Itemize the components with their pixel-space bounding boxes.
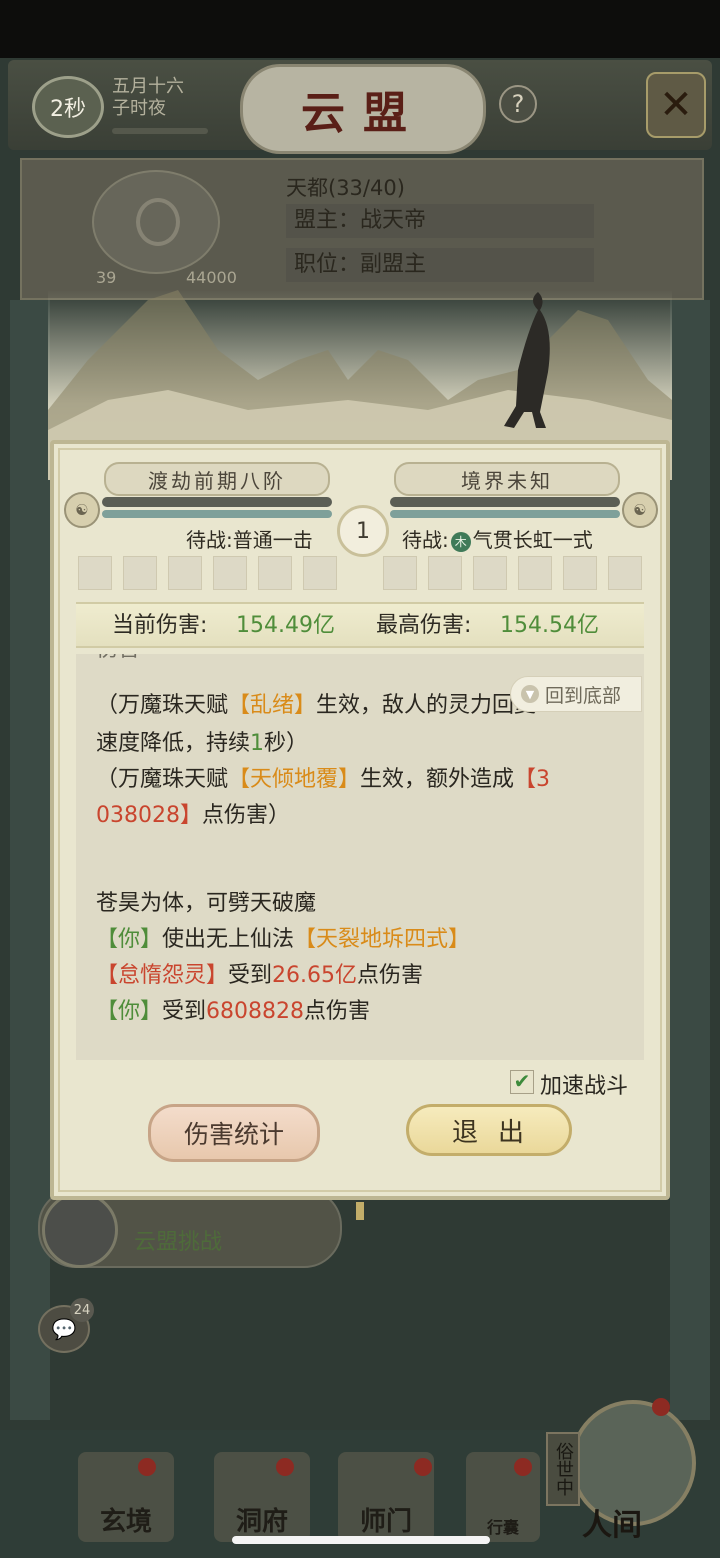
- challenge-icon: [42, 1192, 118, 1268]
- player-status: 待战:普通一击: [186, 528, 313, 552]
- scroll-to-bottom-button[interactable]: ▼ 回到底部: [510, 676, 642, 712]
- chat-count-badge: 24: [70, 1298, 94, 1322]
- enemy-buff-slot: [473, 556, 507, 590]
- guild-exp-current: 39: [96, 268, 117, 287]
- enemy-status-skill: 气贯长虹一式: [472, 528, 593, 552]
- page-title: 云盟: [240, 64, 486, 154]
- player-buff-slot: [168, 556, 202, 590]
- player-rank: 渡劫前期八阶: [104, 462, 330, 496]
- wood-element-icon: 木: [450, 531, 471, 552]
- realm-side-label: 俗世中: [546, 1432, 580, 1506]
- guild-emblem-icon: [136, 198, 180, 246]
- date-day: 五月十六: [112, 76, 184, 97]
- notification-dot: [652, 1398, 670, 1416]
- scroll-to-bottom-label: 回到底部: [545, 684, 622, 707]
- guild-leader: 盟主：战天帝: [286, 204, 594, 238]
- current-damage-value: 154.49亿: [236, 613, 335, 638]
- enemy-buff-slot: [518, 556, 552, 590]
- enemy-rank: 境界未知: [394, 462, 620, 496]
- realm-label: 人间: [582, 1508, 642, 1543]
- player-mp-bar: [102, 510, 332, 518]
- player-buff-slot: [78, 556, 112, 590]
- nav-item-xuanjing[interactable]: 玄境: [78, 1452, 174, 1542]
- scroll-pin-ornament: [356, 1202, 364, 1220]
- log-line: 【你】使出无上仙法【天裂地坼四式】: [96, 927, 471, 952]
- player-hp-bar: [102, 497, 332, 507]
- exit-button[interactable]: 退出: [406, 1104, 572, 1156]
- log-line: 038028】点伤害）: [96, 803, 290, 828]
- close-button[interactable]: ✕: [646, 72, 706, 138]
- guild-name: 天都(33/40): [286, 176, 405, 200]
- damage-stats-button[interactable]: 伤害统计: [148, 1104, 320, 1162]
- log-line: 【你】受到6808828点伤害: [96, 999, 371, 1024]
- max-damage-value: 154.54亿: [500, 613, 599, 638]
- status-bar: [0, 0, 720, 58]
- player-buff-slot: [303, 556, 337, 590]
- speed-battle-checkbox[interactable]: ✔: [510, 1070, 534, 1094]
- notification-dot: [514, 1458, 532, 1476]
- log-line: 速度降低，持续1秒）: [96, 731, 309, 756]
- enemy-avatar-icon[interactable]: ☯: [622, 492, 658, 528]
- player-buff-slot: [258, 556, 292, 590]
- game-date: 五月十六 子时夜: [112, 76, 184, 120]
- player-buff-slot: [123, 556, 157, 590]
- chevron-down-icon: ▼: [521, 685, 539, 703]
- log-line: 苍昊为体，可劈天破魔: [96, 891, 317, 916]
- timer-badge: 2秒: [32, 76, 104, 138]
- player-buff-slot: [213, 556, 247, 590]
- enemy-buff-slot: [563, 556, 597, 590]
- guild-position: 职位：副盟主: [286, 248, 594, 282]
- background-scene-right: [670, 300, 710, 1420]
- enemy-buff-slot: [428, 556, 462, 590]
- player-avatar-icon[interactable]: ☯: [64, 492, 100, 528]
- log-line: 【怠惰怨灵】受到26.65亿点伤害: [96, 963, 424, 988]
- notification-dot: [276, 1458, 294, 1476]
- enemy-hp-bar: [390, 497, 620, 507]
- nav-item-dongfu[interactable]: 洞府: [214, 1452, 310, 1542]
- enemy-mp-bar: [390, 510, 620, 518]
- date-progress: [112, 128, 208, 134]
- enemy-status-prefix: 待战:: [402, 528, 449, 552]
- current-damage-label: 当前伤害:: [112, 613, 208, 638]
- round-counter: 1: [337, 505, 389, 557]
- notification-dot: [138, 1458, 156, 1476]
- background-scene-left: [10, 300, 50, 1420]
- date-time: 子时夜: [112, 98, 166, 119]
- enemy-buff-slot: [383, 556, 417, 590]
- max-damage-label: 最高伤害:: [376, 613, 472, 638]
- battle-log[interactable]: 伤害 （万魔珠天赋【乱绪】生效，敌人的灵力回复 速度降低，持续1秒） （万魔珠天…: [76, 654, 644, 1060]
- guild-exp-max: 44000: [186, 268, 237, 287]
- log-line-partial: 伤害: [96, 654, 626, 668]
- enemy-status: 待战: 木气贯长虹一式: [402, 524, 593, 553]
- home-indicator: [232, 1536, 490, 1544]
- notification-dot: [414, 1458, 432, 1476]
- damage-summary: 当前伤害: 154.49亿 最高伤害: 154.54亿: [76, 602, 644, 648]
- help-button[interactable]: ?: [499, 85, 537, 123]
- challenge-label: 云盟挑战: [134, 1230, 223, 1255]
- log-line: （万魔珠天赋【天倾地覆】生效，额外造成【3: [96, 767, 551, 792]
- enemy-buff-slot: [608, 556, 642, 590]
- speed-battle-label: 加速战斗: [540, 1074, 629, 1099]
